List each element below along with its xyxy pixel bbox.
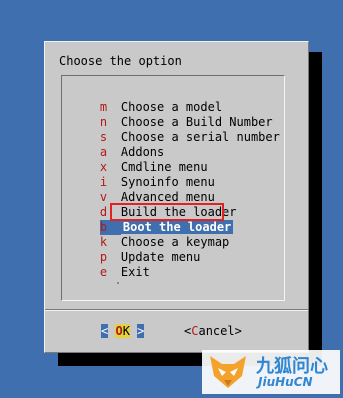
menu-item-update[interactable]: p Update menu bbox=[71, 235, 200, 264]
menu-item-serial-number[interactable]: s Choose a serial number bbox=[71, 115, 280, 144]
cancel-button[interactable]: <Cancel> bbox=[184, 324, 242, 339]
dialog-title: Choose the option bbox=[59, 54, 182, 68]
menu-item-exit[interactable]: e Exit bbox=[71, 250, 150, 279]
fox-logo-icon bbox=[210, 356, 246, 388]
options-dialog: Choose the option m Choose a model n Choos… bbox=[44, 41, 309, 353]
hotkey: e bbox=[99, 265, 108, 279]
button-separator bbox=[45, 309, 308, 311]
ok-label-rest: K bbox=[122, 324, 130, 338]
ok-right-bracket: > bbox=[137, 324, 145, 338]
cancel-label-rest: ancel bbox=[198, 324, 235, 338]
cancel-right-bracket: > bbox=[234, 324, 242, 338]
scroll-indicator bbox=[117, 282, 119, 284]
menu-item-build-number[interactable]: n Choose a Build Number bbox=[71, 100, 273, 129]
annotation-highlight-box bbox=[110, 203, 224, 221]
menu-item-addons[interactable]: a Addons bbox=[71, 130, 164, 159]
menu-item-synoinfo[interactable]: i Synoinfo menu bbox=[71, 160, 215, 189]
menu-item-keymap[interactable]: k Choose a keymap bbox=[71, 220, 229, 249]
menu-item-cmdline[interactable]: x Cmdline menu bbox=[71, 145, 208, 174]
ok-hotkey: O bbox=[115, 324, 123, 338]
watermark-en-text: JiuHuCN bbox=[258, 375, 313, 389]
menu-item-advanced[interactable]: v Advanced menu bbox=[71, 175, 215, 204]
ok-button[interactable]: < OK > bbox=[101, 324, 145, 339]
menu-item-choose-model[interactable]: m Choose a model bbox=[71, 85, 222, 114]
menu-item-label: Exit bbox=[120, 265, 150, 279]
watermark: 九狐问心 JiuHuCN bbox=[202, 350, 340, 394]
